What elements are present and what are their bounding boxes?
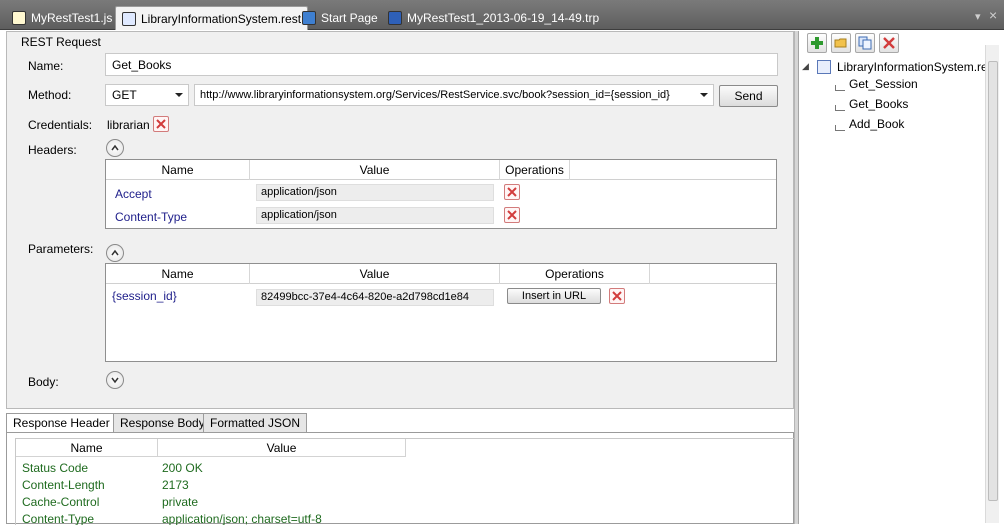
rest-request-panel: REST Request Name: Get_Books Method: GET… — [6, 31, 794, 409]
tree-expander-icon[interactable]: ◢ — [802, 61, 809, 72]
header-row-name[interactable]: Accept — [115, 187, 152, 201]
credentials-value: librarian — [107, 118, 150, 132]
tree-connector-icon — [835, 85, 845, 91]
tab-response-body[interactable]: Response Body — [113, 413, 212, 433]
collapse-headers-icon[interactable] — [106, 139, 124, 157]
tab-label: Start Page — [321, 11, 378, 25]
parameter-row-value[interactable]: 82499bcc-37e4-4c64-820e-a2d798cd1e84 — [256, 289, 494, 306]
header-row-value[interactable]: application/json — [256, 184, 494, 201]
tree-item-get-session[interactable]: Get_Session — [849, 77, 918, 91]
column-header-name: Name — [106, 160, 250, 180]
copy-icon[interactable] — [855, 33, 875, 53]
tab-label: MyRestTest1.js — [31, 11, 113, 25]
tab-myresttest1-trp[interactable]: MyRestTest1_2013-06-19_14-49.trp — [382, 6, 605, 30]
document-tab-strip: MyRestTest1.js LibraryInformationSystem.… — [0, 0, 1004, 30]
tab-formatted-json[interactable]: Formatted JSON — [203, 413, 308, 433]
tab-label: LibraryInformationSystem.rest — [141, 11, 302, 26]
add-icon[interactable] — [807, 33, 827, 53]
name-input[interactable]: Get_Books — [105, 53, 778, 76]
column-header-value: Value — [250, 160, 500, 180]
header-row-name[interactable]: Content-Type — [115, 210, 187, 224]
parameters-grid-header: Name Value Operations — [106, 264, 776, 284]
response-row-value: private — [162, 495, 199, 509]
parameters-label: Parameters: — [28, 242, 94, 256]
response-row-value: 2173 — [162, 478, 189, 492]
url-value: http://www.libraryinformationsystem.org/… — [200, 89, 670, 101]
tab-start-page[interactable]: Start Page — [296, 6, 384, 30]
tree-root-item[interactable]: LibraryInformationSystem.rest — [837, 60, 997, 74]
column-header-value: Value — [250, 264, 500, 284]
delete-header-icon[interactable] — [504, 207, 520, 223]
request-tree-panel: ◢ LibraryInformationSystem.rest Get_Sess… — [798, 31, 1004, 524]
start-page-icon — [302, 11, 316, 25]
column-header-operations: Operations — [500, 264, 650, 284]
response-header-grid: Name Value Status Code 200 OK Content-Le… — [15, 438, 795, 525]
trp-file-icon — [388, 11, 402, 25]
delete-parameter-icon[interactable] — [609, 288, 625, 304]
collapse-parameters-icon[interactable] — [106, 244, 124, 262]
rest-file-icon — [122, 11, 136, 26]
url-input[interactable]: http://www.libraryinformationsystem.org/… — [194, 84, 714, 106]
rest-file-icon — [817, 60, 831, 74]
tab-list-dropdown-icon[interactable]: ▾ — [975, 10, 981, 23]
tree-item-add-book[interactable]: Add_Book — [849, 117, 904, 131]
tab-response-header[interactable]: Response Header — [6, 413, 117, 434]
column-header-name: Name — [16, 439, 158, 457]
tab-library-information-system-rest[interactable]: LibraryInformationSystem.rest — [115, 6, 309, 30]
tree-connector-icon — [835, 125, 845, 131]
js-file-icon — [12, 11, 26, 25]
parameter-row-name[interactable]: {session_id} — [112, 289, 177, 303]
response-row-value: 200 OK — [162, 461, 203, 475]
send-button[interactable]: Send — [719, 85, 778, 107]
header-row-value[interactable]: application/json — [256, 207, 494, 224]
remove-credentials-icon[interactable] — [153, 116, 169, 132]
credentials-label: Credentials: — [28, 118, 93, 132]
close-document-icon[interactable]: × — [989, 7, 997, 23]
column-header-value: Value — [158, 439, 406, 457]
response-row-name: Status Code — [22, 461, 89, 475]
scrollbar-thumb[interactable] — [988, 61, 998, 501]
tab-myresttest1-js[interactable]: MyRestTest1.js — [6, 6, 118, 30]
parameters-grid: Name Value Operations {session_id} 82499… — [105, 263, 777, 362]
chevron-down-icon — [700, 93, 708, 97]
method-label: Method: — [28, 88, 72, 102]
expand-body-icon[interactable] — [106, 371, 124, 389]
tree-item-get-books[interactable]: Get_Books — [849, 97, 908, 111]
tree-connector-icon — [835, 105, 845, 111]
headers-label: Headers: — [28, 143, 77, 157]
open-folder-icon[interactable] — [831, 33, 851, 53]
section-title: REST Request — [21, 35, 101, 49]
chevron-down-icon — [175, 93, 183, 97]
response-row-name: Content-Type — [22, 512, 95, 525]
response-row-name: Content-Length — [22, 478, 105, 492]
name-label: Name: — [28, 59, 64, 73]
insert-in-url-button[interactable]: Insert in URL — [507, 288, 601, 304]
method-value: GET — [112, 88, 137, 102]
method-select[interactable]: GET — [105, 84, 189, 106]
column-header-operations: Operations — [500, 160, 570, 180]
tab-label: MyRestTest1_2013-06-19_14-49.trp — [407, 11, 600, 25]
response-header-panel: Name Value Status Code 200 OK Content-Le… — [6, 432, 795, 525]
delete-header-icon[interactable] — [504, 184, 520, 200]
response-row-value: application/json; charset=utf-8 — [162, 512, 322, 525]
tree-scrollbar[interactable] — [985, 45, 999, 523]
headers-grid-header: Name Value Operations — [106, 160, 776, 180]
column-header-name: Name — [106, 264, 250, 284]
delete-icon[interactable] — [879, 33, 899, 53]
headers-grid: Name Value Operations Accept application… — [105, 159, 777, 229]
response-row-name: Cache-Control — [22, 495, 100, 509]
body-label: Body: — [28, 375, 59, 389]
